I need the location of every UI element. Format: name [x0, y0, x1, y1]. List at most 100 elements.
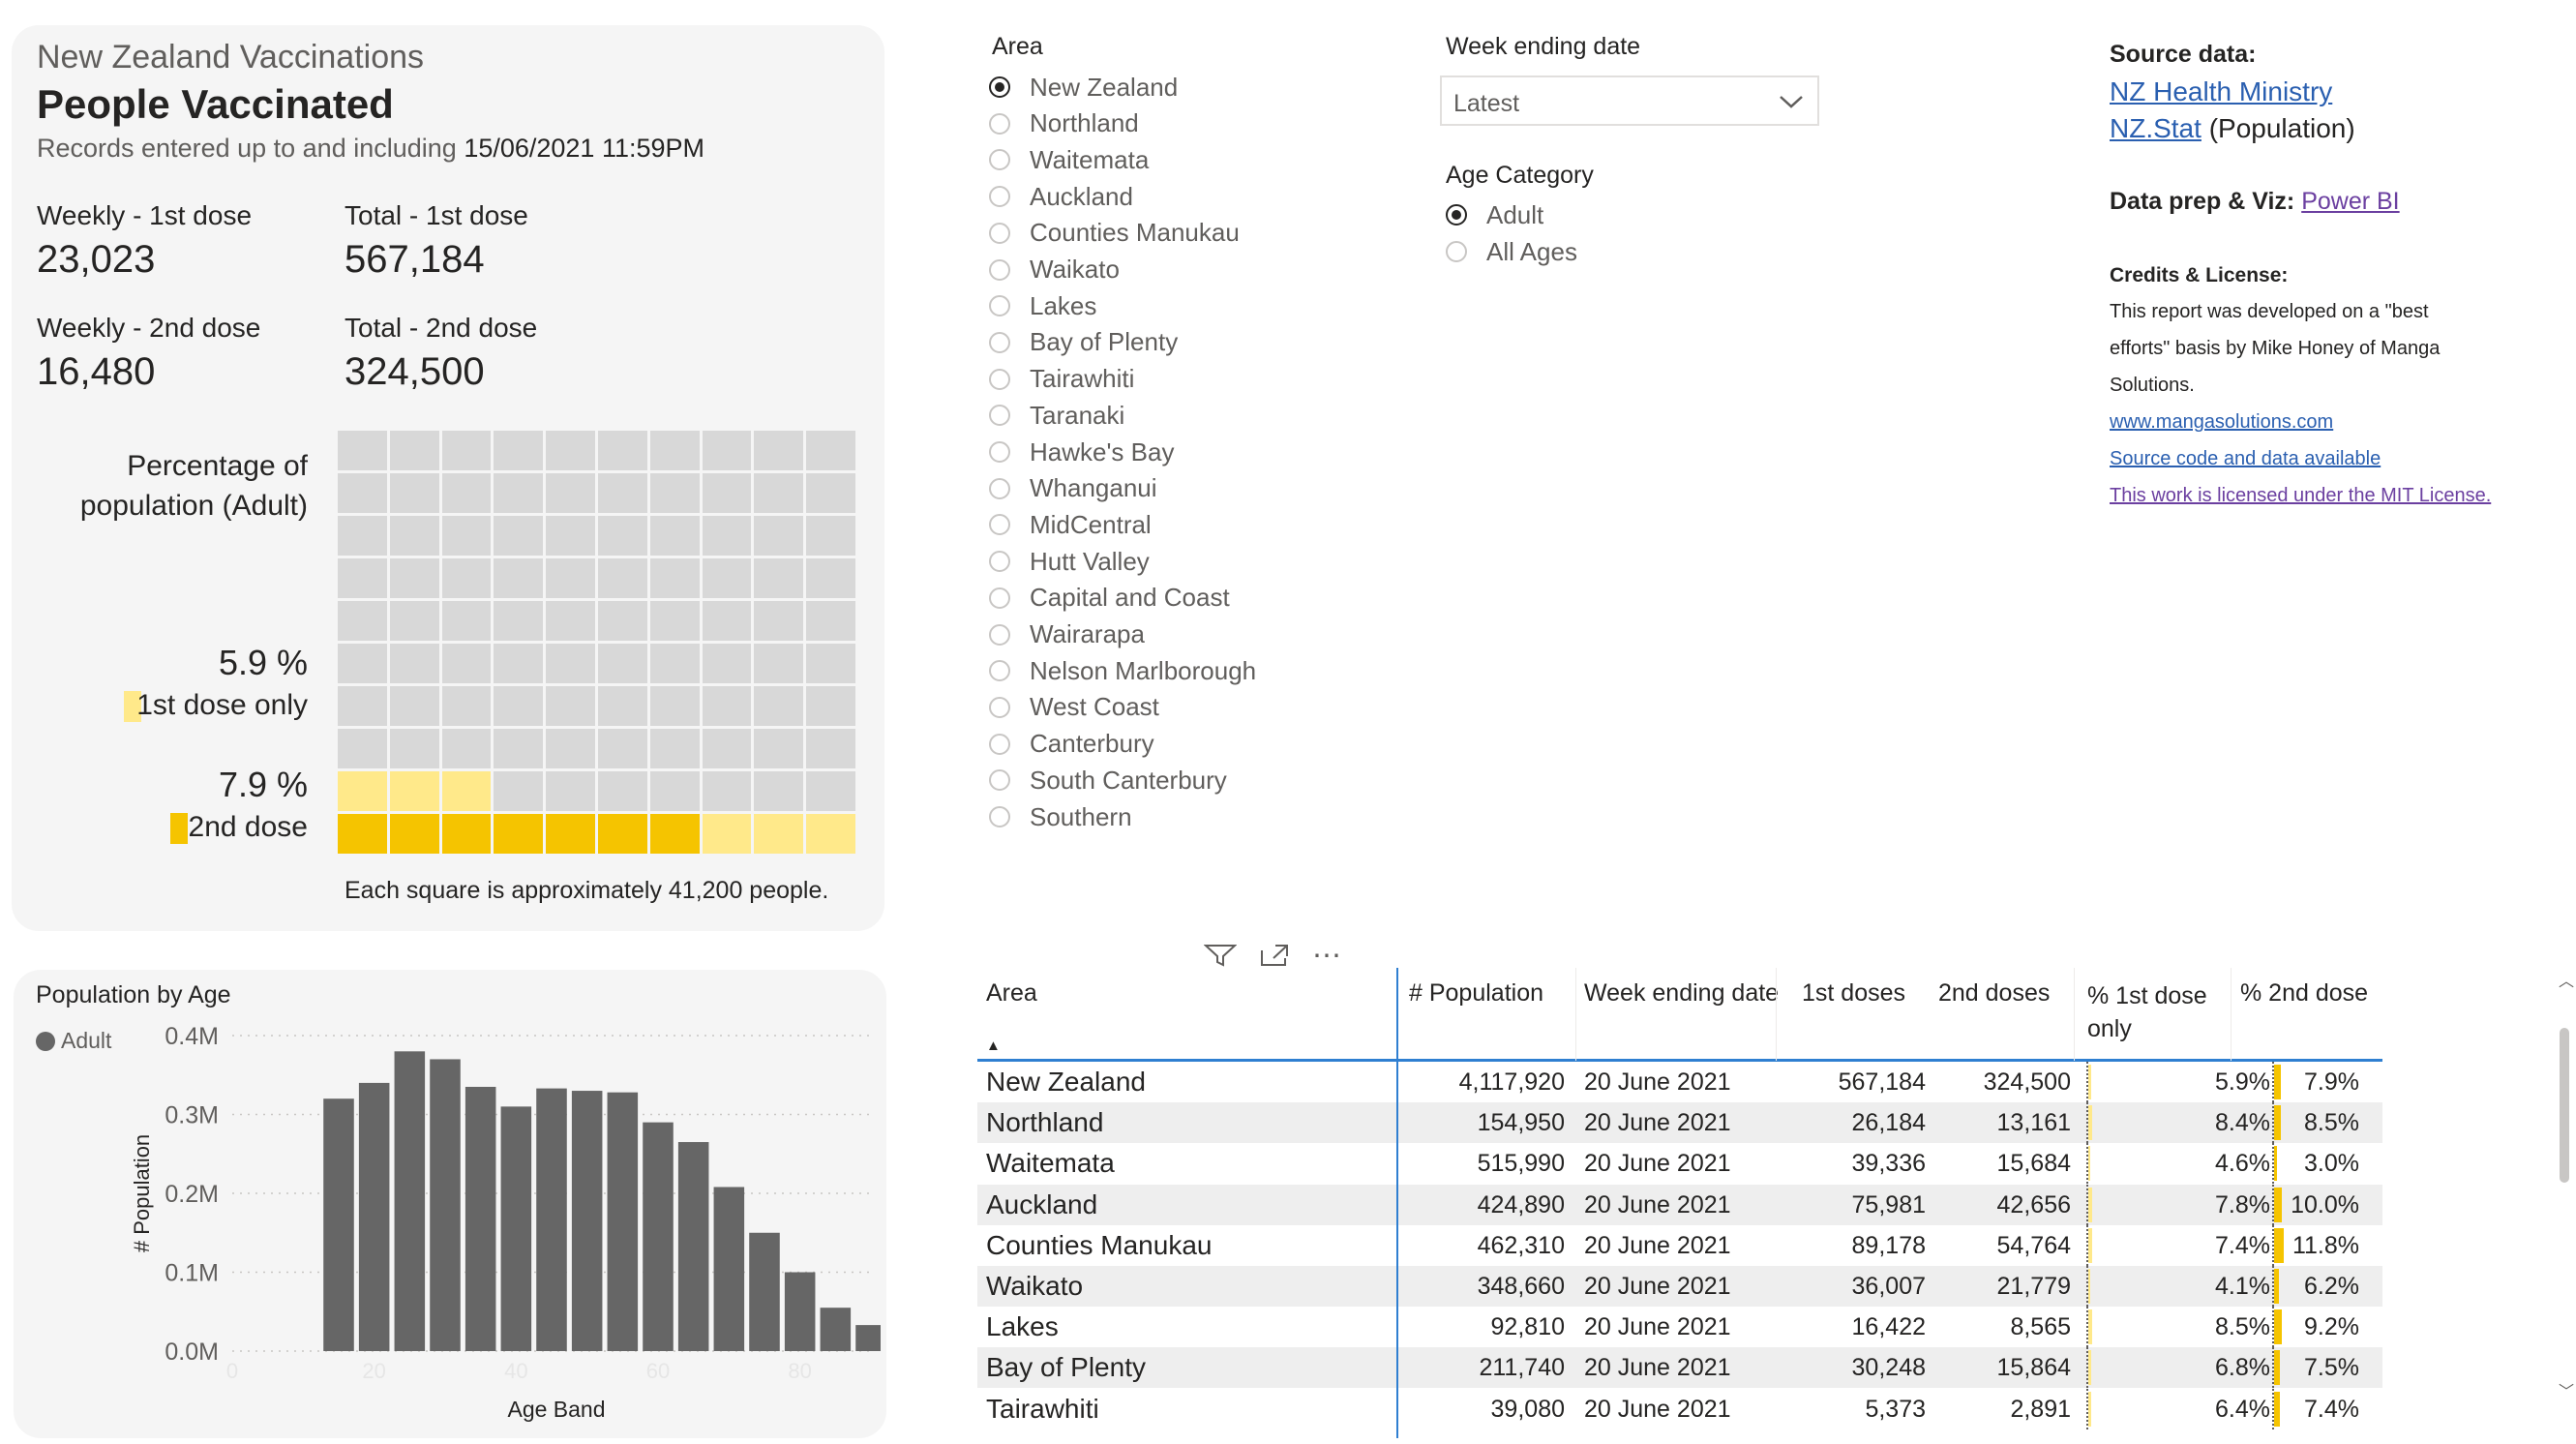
radio-button-icon[interactable]: [989, 477, 1010, 499]
area-option[interactable]: Tairawhiti: [989, 362, 1134, 397]
waffle-square: [754, 686, 804, 726]
radio-button-icon[interactable]: [989, 149, 1010, 171]
waffle-square: [649, 558, 700, 598]
area-option[interactable]: MidCentral: [989, 507, 1152, 542]
area-option[interactable]: South Canterbury: [989, 763, 1227, 797]
nzstat-suffix: (Population): [2208, 113, 2355, 143]
col-header-population[interactable]: # Population: [1409, 979, 1543, 1008]
radio-button-icon[interactable]: [989, 368, 1010, 390]
nz-health-ministry-link[interactable]: NZ Health Ministry: [2110, 76, 2332, 107]
filter-icon[interactable]: [1204, 943, 1237, 968]
col-header-pct-first[interactable]: % 1st dose only: [2087, 979, 2207, 1045]
radio-button-icon[interactable]: [1446, 204, 1467, 226]
radio-button-icon[interactable]: [989, 258, 1010, 281]
radio-button-icon[interactable]: [989, 806, 1010, 827]
radio-button-icon[interactable]: [989, 331, 1010, 353]
area-option[interactable]: Waikato: [989, 253, 1120, 287]
area-option[interactable]: Nelson Marlborough: [989, 653, 1256, 688]
table-row[interactable]: Tairawhiti 39,080 20 June 2021 5,373 2,891 6.…: [977, 1388, 2382, 1429]
radio-button-icon[interactable]: [989, 76, 1010, 98]
sort-ascending-icon[interactable]: ▲: [986, 1038, 1001, 1054]
cell-pct-second: 10.0%: [2291, 1190, 2359, 1218]
area-option[interactable]: Bay of Plenty: [989, 325, 1178, 360]
area-option[interactable]: Southern: [989, 799, 1132, 834]
waffle-square: [649, 729, 700, 768]
area-option[interactable]: Taranaki: [989, 398, 1124, 433]
waffle-square: [494, 601, 544, 641]
area-option[interactable]: Whanganui: [989, 471, 1157, 506]
age-option[interactable]: All Ages: [1446, 234, 1577, 269]
radio-button-icon[interactable]: [989, 186, 1010, 208]
table-row[interactable]: Lakes 92,810 20 June 2021 16,422 8,565 8.5% 9.…: [977, 1307, 2382, 1348]
waffle-square: [546, 686, 595, 726]
area-option[interactable]: Northland: [989, 106, 1139, 141]
radio-button-icon[interactable]: [989, 696, 1010, 718]
manga-website-link[interactable]: www.mangasolutions.com: [2110, 404, 2555, 440]
waffle-square: [598, 516, 647, 556]
col-header-second[interactable]: 2nd doses: [1938, 979, 2050, 1008]
waffle-square: [494, 771, 544, 811]
area-option[interactable]: Auckland: [989, 179, 1133, 214]
powerbi-link[interactable]: Power BI: [2301, 188, 2399, 215]
table-row[interactable]: New Zealand 4,117,920 20 June 2021 567,184 3…: [977, 1062, 2382, 1102]
scroll-thumb[interactable]: [2560, 1028, 2569, 1183]
x-tick-label: 40: [504, 1359, 527, 1383]
scroll-up-icon[interactable]: ︿: [2559, 968, 2574, 991]
age-option-label: Adult: [1486, 199, 1544, 229]
table-row[interactable]: Waitemata 515,990 20 June 2021 39,336 15,684…: [977, 1143, 2382, 1185]
waffle-square: [598, 601, 647, 641]
radio-button-icon[interactable]: [989, 733, 1010, 755]
radio-button-icon[interactable]: [1446, 241, 1467, 262]
nzstat-link[interactable]: NZ.Stat: [2110, 113, 2202, 143]
table-row[interactable]: Northland 154,950 20 June 2021 26,184 13,161…: [977, 1102, 2382, 1144]
table-row[interactable]: Counties Manukau 462,310 20 June 2021 89,17…: [977, 1224, 2382, 1266]
cell-pct-second: 11.8%: [2291, 1231, 2359, 1259]
area-option[interactable]: Waitemata: [989, 142, 1149, 177]
area-option[interactable]: Canterbury: [989, 727, 1154, 762]
mit-license-link[interactable]: This work is licensed under the MIT Lice…: [2110, 477, 2555, 514]
area-option[interactable]: Lakes: [989, 288, 1096, 323]
cell-week: 20 June 2021: [1584, 1313, 1731, 1341]
col-header-week[interactable]: Week ending date: [1584, 979, 1779, 1008]
col-header-area[interactable]: Area: [986, 979, 1037, 1008]
area-option[interactable]: West Coast: [989, 690, 1159, 725]
radio-button-icon[interactable]: [989, 441, 1010, 463]
area-slicer-title: Area: [992, 33, 1043, 60]
radio-button-icon[interactable]: [989, 405, 1010, 427]
dataprep-line: Data prep & Viz: Power BI: [2110, 188, 2400, 216]
focus-mode-icon[interactable]: [1258, 943, 1291, 968]
cell-second: 324,500: [1983, 1068, 2071, 1096]
area-option[interactable]: Hutt Valley: [989, 544, 1150, 579]
waffle-square: [546, 431, 595, 470]
table-row[interactable]: Waikato 348,660 20 June 2021 36,007 21,779 4.…: [977, 1266, 2382, 1307]
radio-button-icon[interactable]: [989, 623, 1010, 646]
table-scrollbar[interactable]: ︿ ﹀: [2555, 968, 2576, 1413]
waffle-square: [598, 431, 647, 470]
source-code-link[interactable]: Source code and data available: [2110, 440, 2555, 477]
area-option[interactable]: New Zealand: [989, 70, 1178, 105]
week-dropdown[interactable]: Latest: [1440, 75, 1819, 126]
radio-button-icon[interactable]: [989, 295, 1010, 317]
radio-button-icon[interactable]: [989, 587, 1010, 609]
table-row[interactable]: Auckland 424,890 20 June 2021 75,981 42,656 7…: [977, 1184, 2382, 1225]
col-header-first[interactable]: 1st doses: [1802, 979, 1905, 1008]
waffle-square: [494, 729, 544, 768]
radio-button-icon[interactable]: [989, 660, 1010, 682]
waffle-square: [754, 729, 804, 768]
area-option[interactable]: Capital and Coast: [989, 581, 1230, 616]
area-option[interactable]: Wairarapa: [989, 617, 1145, 652]
col-header-pct-second[interactable]: % 2nd dose: [2240, 979, 2368, 1008]
area-option-label: Waitemata: [1030, 144, 1150, 174]
age-option[interactable]: Adult: [1446, 197, 1543, 232]
radio-button-icon[interactable]: [989, 551, 1010, 573]
table-row[interactable]: Bay of Plenty 211,740 20 June 2021 30,248 15…: [977, 1347, 2382, 1389]
radio-button-icon[interactable]: [989, 222, 1010, 244]
radio-button-icon[interactable]: [989, 514, 1010, 536]
radio-button-icon[interactable]: [989, 112, 1010, 135]
scroll-down-icon[interactable]: ﹀: [2559, 1378, 2574, 1401]
waffle-square: [546, 558, 595, 598]
weekly-1st-label: Weekly - 1st dose: [37, 200, 253, 230]
radio-button-icon[interactable]: [989, 769, 1010, 792]
area-option[interactable]: Hawke's Bay: [989, 435, 1174, 469]
area-option[interactable]: Counties Manukau: [989, 216, 1240, 251]
